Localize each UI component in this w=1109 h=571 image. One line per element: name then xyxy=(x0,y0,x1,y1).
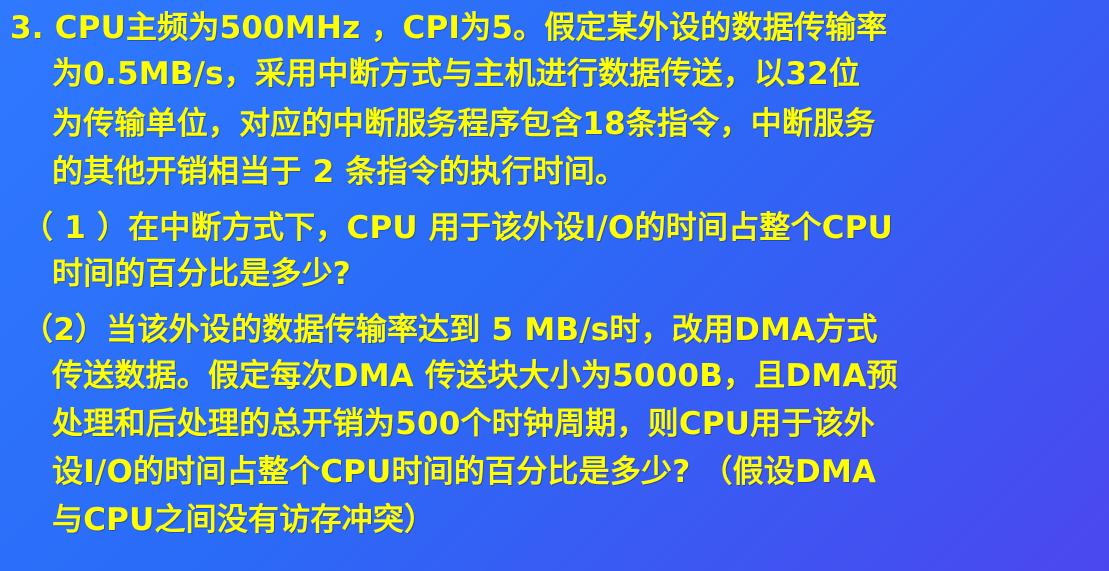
subquestion-2-line-1: （2）当该外设的数据传输率达到 5 MB/s时，改用DMA方式 xyxy=(22,312,878,348)
subquestion-2-line-5: 与CPU之间没有访存冲突） xyxy=(52,502,436,538)
question-intro-line-1: 3. CPU主频为500MHz ，CPI为5。假定某外设的数据传输率 xyxy=(10,10,888,46)
question-intro-line-4: 的其他开销相当于 2 条指令的执行时间。 xyxy=(52,154,627,190)
subquestion-2-line-3: 处理和后处理的总开销为500个时钟周期，则CPU用于该外 xyxy=(52,406,875,442)
subquestion-1-line-1: （ 1 ）在中断方式下，CPU 用于该外设I/O的时间占整个CPU xyxy=(22,210,894,246)
subquestion-2-line-2: 传送数据。假定每次DMA 传送块大小为5000B，且DMA预 xyxy=(52,358,898,394)
subquestion-2-line-4: 设I/O的时间占整个CPU时间的百分比是多少? （假设DMA xyxy=(52,454,877,490)
question-intro-line-3: 为传输单位，对应的中断服务程序包含18条指令，中断服务 xyxy=(52,106,876,142)
slide-content: 3. CPU主频为500MHz ，CPI为5。假定某外设的数据传输率 为0.5M… xyxy=(0,0,1109,571)
question-intro-line-2: 为0.5MB/s，采用中断方式与主机进行数据传送，以32位 xyxy=(52,56,861,92)
subquestion-1-line-2: 时间的百分比是多少? xyxy=(52,256,351,292)
